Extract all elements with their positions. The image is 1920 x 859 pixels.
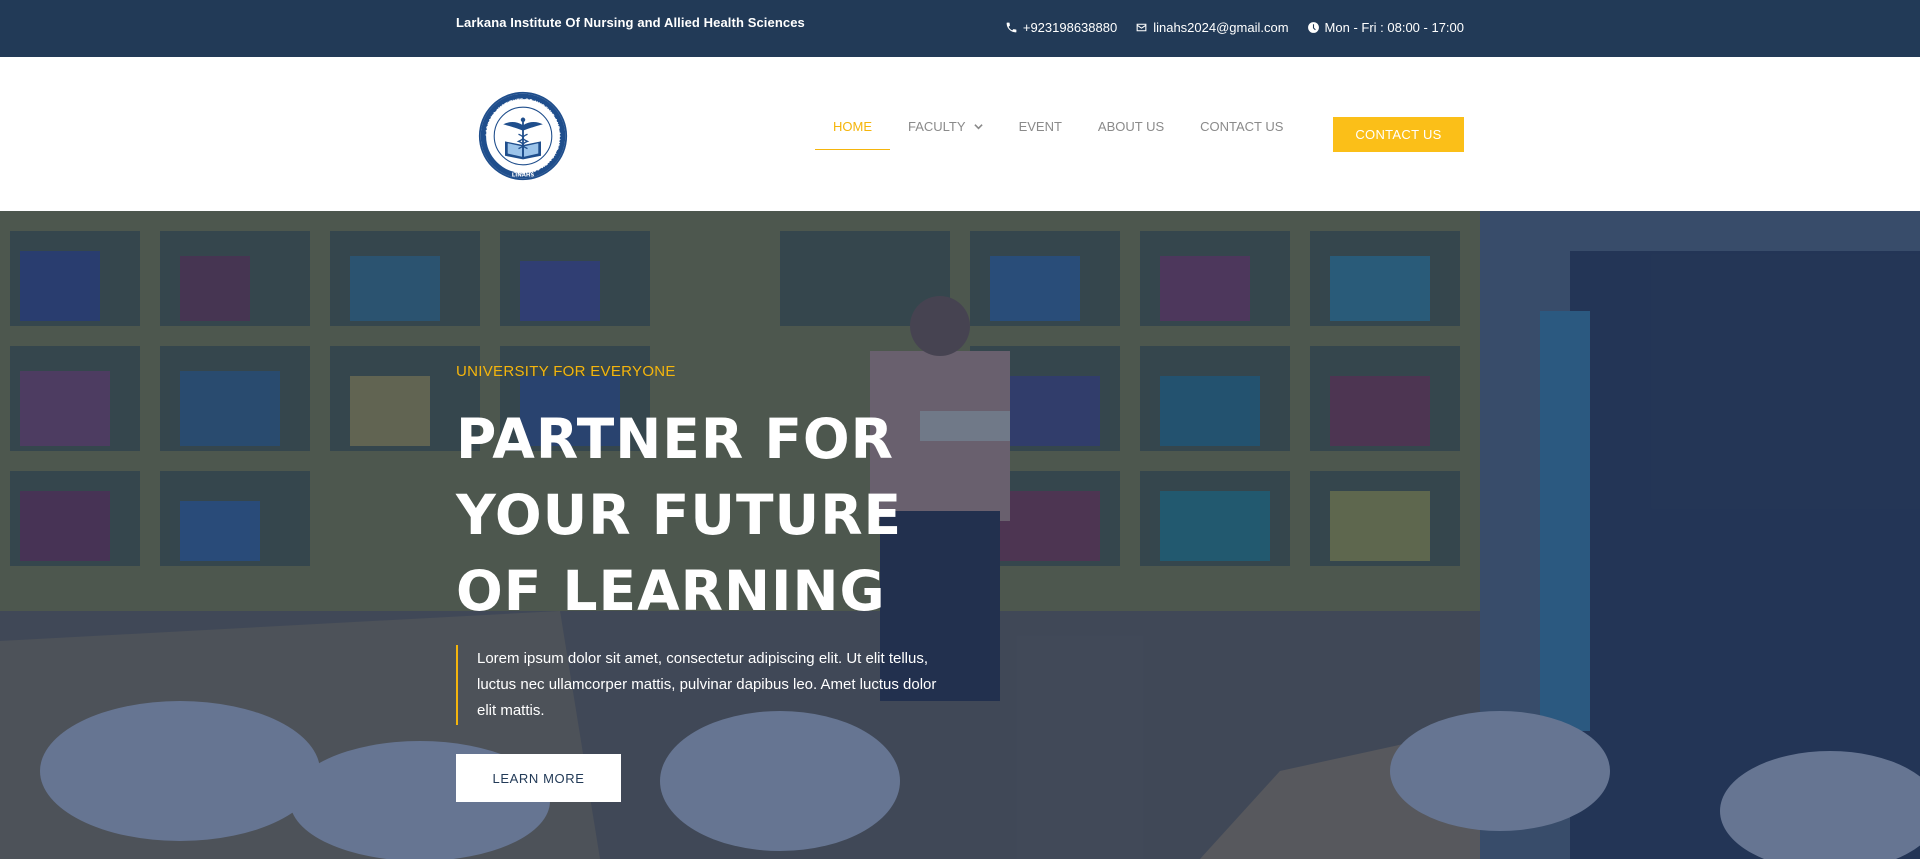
logo-bottom-text: LINAHS xyxy=(512,173,535,179)
nav-label: EVENT xyxy=(1018,119,1062,134)
nav-label: CONTACT US xyxy=(1200,119,1284,134)
nav-item-home[interactable]: HOME xyxy=(815,109,890,150)
nav-item-contact-us[interactable]: CONTACT US xyxy=(1182,109,1301,144)
linahs-logo[interactable]: LARKANA INSTITUTE OF NURSING AND ALLIED … xyxy=(478,91,568,181)
contact-info: +923198638880 linahs2024@gmail.com Mon -… xyxy=(1005,20,1464,35)
phone-number: +923198638880 xyxy=(1022,20,1118,35)
top-bar: Larkana Institute Of Nursing and Allied … xyxy=(0,0,1920,57)
headline-line: OF LEARNING xyxy=(456,559,886,623)
nav-item-event[interactable]: EVENT xyxy=(1001,109,1080,144)
chevron-down-icon xyxy=(973,122,983,131)
hero-eyebrow: UNIVERSITY FOR EVERYONE xyxy=(456,363,676,380)
institute-name: Larkana Institute Of Nursing and Allied … xyxy=(456,15,805,30)
nav-label: ABOUT US xyxy=(1097,119,1165,134)
email-contact[interactable]: linahs2024@gmail.com xyxy=(1135,20,1289,35)
envelope-icon xyxy=(1135,21,1148,34)
phone-icon xyxy=(1005,21,1018,34)
email-address: linahs2024@gmail.com xyxy=(1153,20,1289,35)
nav-item-about-us[interactable]: ABOUT US xyxy=(1080,109,1182,144)
headline-line: PARTNER FOR xyxy=(456,407,895,471)
learn-more-button[interactable]: LEARN MORE xyxy=(456,754,621,802)
hero-section: UNIVERSITY FOR EVERYONE PARTNER FOR YOUR… xyxy=(0,211,1920,859)
nav-label: FACULTY xyxy=(908,119,966,134)
nav-item-faculty[interactable]: FACULTY xyxy=(890,109,1001,144)
phone-contact[interactable]: +923198638880 xyxy=(1005,20,1117,35)
hours-info: Mon - Fri : 08:00 - 17:00 xyxy=(1307,20,1464,35)
clock-icon xyxy=(1307,21,1320,34)
main-nav: HOME FACULTY EVENT ABOUT US CONTACT US xyxy=(815,109,1301,150)
hero-description: Lorem ipsum dolor sit amet, consectetur … xyxy=(456,645,956,725)
hero-headline: PARTNER FOR YOUR FUTURE OF LEARNING xyxy=(456,401,976,629)
headline-line: YOUR FUTURE xyxy=(456,483,903,547)
office-hours: Mon - Fri : 08:00 - 17:00 xyxy=(1324,20,1464,35)
contact-us-button[interactable]: CONTACT US xyxy=(1333,117,1464,152)
nav-label: HOME xyxy=(833,119,872,134)
site-header: LARKANA INSTITUTE OF NURSING AND ALLIED … xyxy=(0,57,1920,211)
